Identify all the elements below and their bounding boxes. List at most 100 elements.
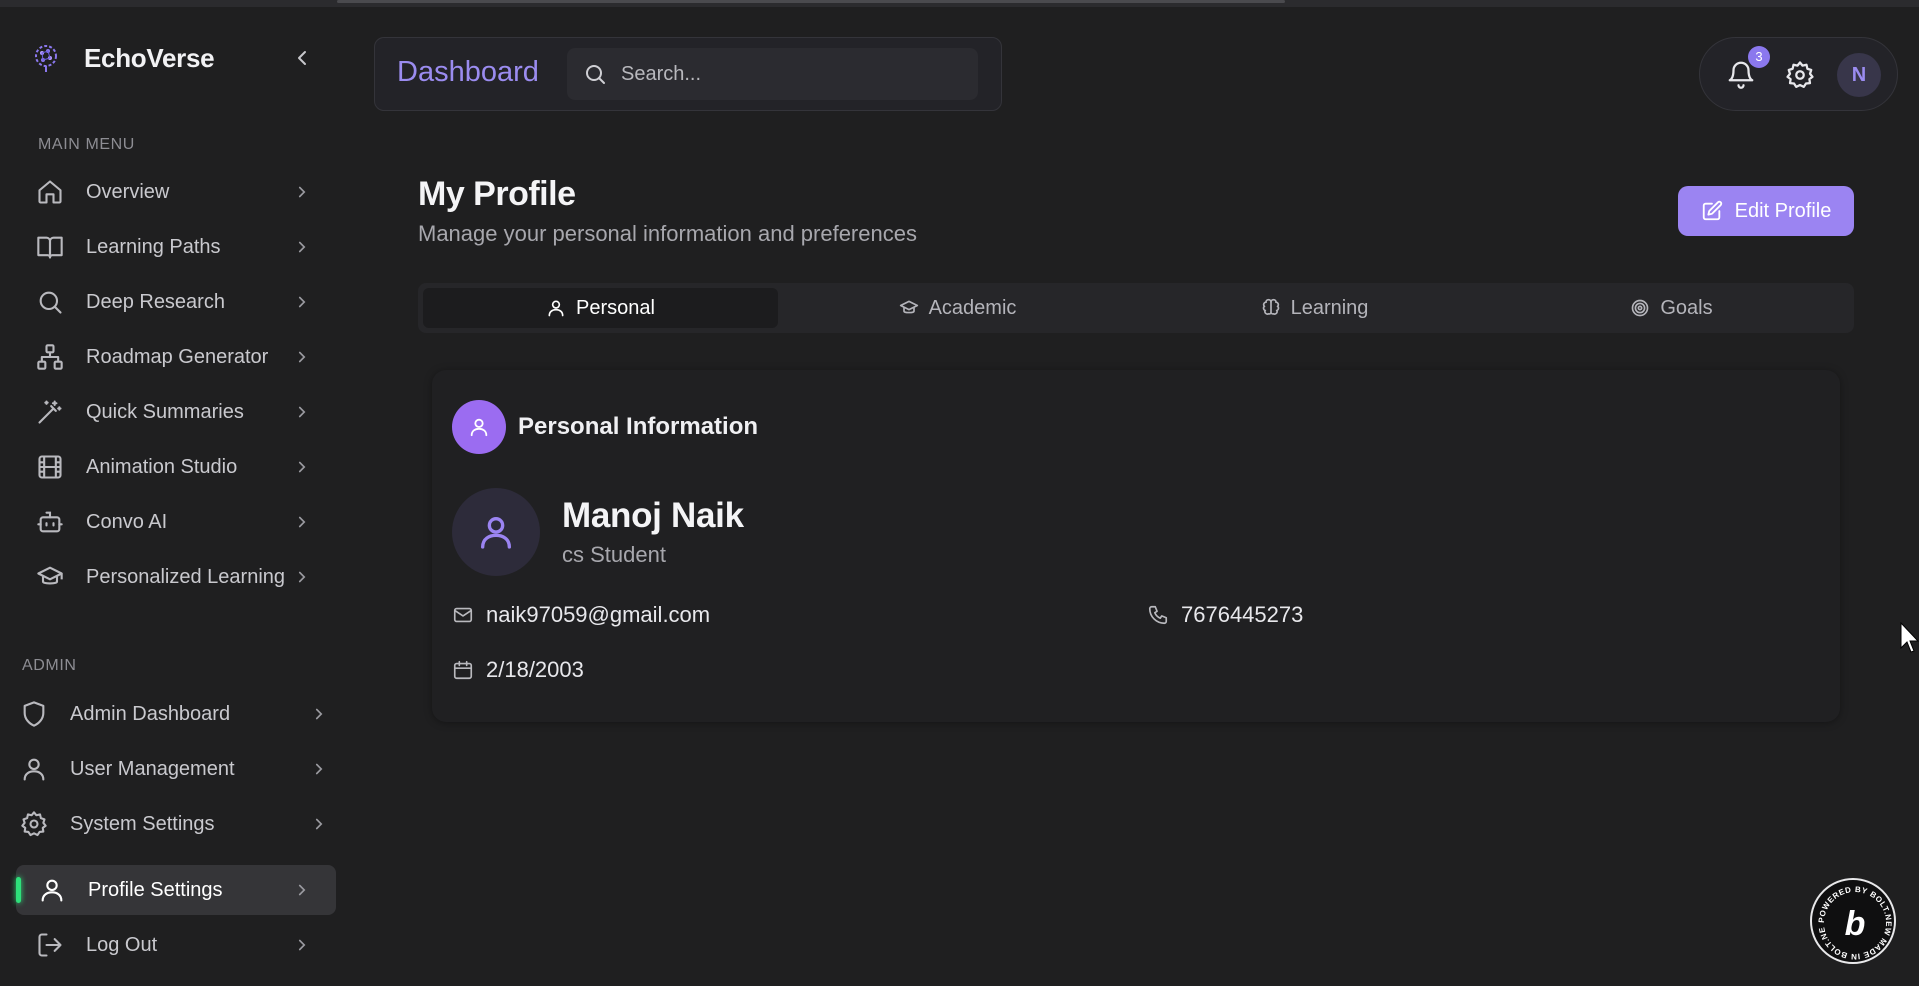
sidebar-item-label: Profile Settings (88, 878, 223, 901)
brain-icon (1262, 298, 1279, 315)
tab-label: Goals (1660, 296, 1713, 319)
sidebar-item-label: Overview (86, 180, 170, 203)
search-input[interactable] (621, 62, 961, 86)
sidebar-item-label: User Management (70, 757, 235, 780)
phone-icon (1148, 605, 1168, 625)
tab-label: Academic (928, 296, 1017, 319)
sidebar-item-system-settings[interactable]: System Settings (20, 799, 336, 849)
chevron-right-icon (298, 939, 306, 951)
personal-info-card: Personal Information Manoj Naik cs Stude… (432, 370, 1840, 722)
user-name: Manoj Naik (562, 496, 744, 535)
sidebar-item-animation-studio[interactable]: Animation Studio (36, 442, 316, 492)
gear-icon (21, 811, 47, 837)
user-avatar[interactable]: N (1837, 53, 1881, 97)
birthdate-row: 2/18/2003 (452, 657, 584, 683)
edit-icon (1702, 200, 1722, 221)
calendar-icon (453, 660, 473, 680)
profile-avatar (452, 488, 540, 576)
chevron-right-icon (298, 516, 306, 528)
user-icon (452, 400, 506, 454)
active-indicator (16, 877, 21, 903)
shield-icon (23, 701, 45, 727)
user-icon (41, 879, 63, 902)
tab-academic[interactable]: Academic (780, 288, 1135, 328)
magic-wand-icon (38, 400, 62, 424)
sidebar-item-convo-ai[interactable]: Convo AI (36, 497, 316, 547)
user-icon (23, 758, 45, 781)
brain-logo-icon (35, 45, 57, 72)
chevron-right-icon (298, 351, 306, 363)
chevron-right-icon (298, 571, 306, 583)
tab-label: Learning (1290, 296, 1369, 319)
birthdate-value: 2/18/2003 (486, 657, 584, 682)
section-header: Personal Information (452, 400, 758, 454)
chevron-right-icon (315, 708, 323, 720)
sidebar-item-profile-settings[interactable]: Profile Settings (16, 865, 336, 915)
tab-personal[interactable]: Personal (423, 288, 778, 328)
edit-profile-label: Edit Profile (1734, 199, 1832, 222)
user-icon (548, 300, 564, 317)
sidebar-item-label: System Settings (70, 812, 215, 835)
chevron-right-icon (315, 763, 323, 775)
tab-learning[interactable]: Learning (1137, 288, 1492, 328)
collapse-sidebar-icon[interactable] (290, 46, 314, 70)
sidebar-item-overview[interactable]: Overview (36, 167, 316, 217)
sidebar-item-label: Convo AI (86, 510, 168, 533)
search-icon (39, 291, 62, 314)
phone-value: 7676445273 (1181, 602, 1304, 627)
sidebar-item-label: Admin Dashboard (70, 702, 231, 725)
book-open-icon (37, 236, 63, 259)
tab-label: Personal (576, 296, 655, 319)
sidebar-item-label: Animation Studio (86, 455, 238, 478)
user-icon (481, 517, 511, 549)
bolt-logo-icon: POWERED BY BOLT.NEW MADE IN BOLT.NEW b (1812, 880, 1892, 961)
scroll-thumb[interactable] (337, 0, 1285, 3)
tab-goals[interactable]: Goals (1494, 288, 1849, 328)
sidebar-item-roadmap-generator[interactable]: Roadmap Generator (36, 332, 316, 382)
mail-icon (453, 607, 473, 623)
sidebar-item-admin-dashboard[interactable]: Admin Dashboard (20, 689, 336, 739)
chevron-right-icon (298, 884, 306, 896)
phone-row: 7676445273 (1147, 602, 1303, 628)
chevron-right-icon (298, 406, 306, 418)
log-out-icon (38, 933, 62, 957)
sidebar: EchoVerse MAIN MENU Overview Learning Pa… (0, 0, 350, 986)
gear-icon[interactable] (1785, 60, 1815, 90)
bot-icon (37, 511, 63, 533)
admin-label: ADMIN (22, 657, 77, 674)
sidebar-item-learning-paths[interactable]: Learning Paths (36, 222, 316, 272)
chevron-right-icon (298, 296, 306, 308)
search-box[interactable] (567, 48, 978, 100)
sidebar-item-personalized-learning[interactable]: Personalized Learning (36, 552, 316, 602)
edit-profile-button[interactable]: Edit Profile (1678, 186, 1854, 236)
chevron-right-icon (298, 241, 306, 253)
graduation-cap-icon (899, 300, 918, 314)
section-title: Personal Information (518, 413, 759, 440)
chevron-right-icon (315, 818, 323, 830)
header-title[interactable]: Dashboard (397, 56, 539, 89)
mouse-cursor-icon (1900, 622, 1919, 653)
email-value: naik97059@gmail.com (486, 602, 711, 627)
home-icon (38, 180, 62, 204)
chevron-right-icon (298, 461, 306, 473)
sidebar-item-log-out[interactable]: Log Out (36, 920, 316, 970)
app-name: EchoVerse (84, 42, 215, 73)
sitemap-icon (37, 344, 63, 370)
sidebar-item-label: Roadmap Generator (86, 345, 269, 368)
sidebar-item-label: Learning Paths (86, 235, 221, 258)
sidebar-item-deep-research[interactable]: Deep Research (36, 277, 316, 327)
page-subtitle: Manage your personal information and pre… (418, 221, 917, 246)
sidebar-item-quick-summaries[interactable]: Quick Summaries (36, 387, 316, 437)
main-menu-label: MAIN MENU (38, 136, 135, 153)
brand[interactable]: EchoVerse (32, 40, 215, 76)
page-title: My Profile (418, 175, 576, 213)
bolt-logo-badge[interactable]: POWERED BY BOLT.NEW MADE IN BOLT.NEW b (1810, 878, 1896, 964)
target-icon (1632, 299, 1649, 317)
sidebar-item-label: Log Out (86, 933, 158, 956)
svg-text:b: b (1845, 905, 1866, 943)
sidebar-item-label: Personalized Learning (86, 565, 286, 588)
graduation-cap-icon (37, 566, 63, 585)
sidebar-item-user-management[interactable]: User Management (20, 744, 336, 794)
profile-tabs: Personal Academic Learning Goals (418, 283, 1854, 333)
header-actions: 3 N (1699, 37, 1898, 111)
